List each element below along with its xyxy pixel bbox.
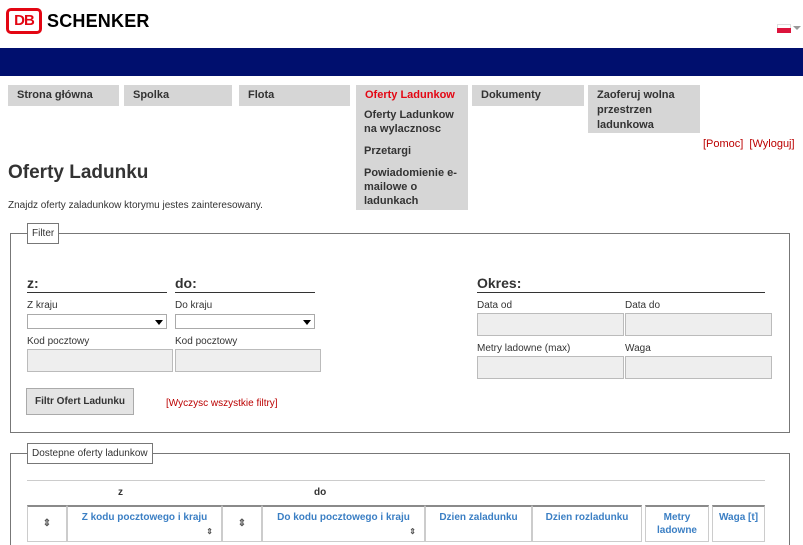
period-section-divider: [477, 292, 765, 293]
date-to-label: Data do: [625, 300, 661, 311]
chevron-down-icon: [303, 320, 311, 325]
column-label: Waga [t]: [718, 512, 759, 523]
db-schenker-logo[interactable]: DB SCHENKER: [6, 8, 150, 34]
to-postcode-input[interactable]: [175, 349, 321, 372]
clear-filters-link[interactable]: [Wyczysc wszystkie filtry]: [166, 398, 278, 409]
sort-icon: ⇕: [42, 518, 52, 529]
loading-meters-label: Metry ladowne (max): [477, 343, 571, 354]
tab-cargo-offers[interactable]: Oferty Ladunkow: [356, 85, 468, 106]
submenu-item-email-notifications[interactable]: Powiadomienie e-mailowe o ladunkach: [364, 166, 460, 208]
column-from-postcode[interactable]: Z kodu pocztowego i kraju ⇕: [67, 505, 222, 542]
chevron-down-icon: [155, 320, 163, 325]
tab-company[interactable]: Spolka: [124, 85, 232, 106]
page-subtitle: Znajdz oferty zaladunkow ktorymu jestes …: [8, 200, 263, 211]
column-label: Dzien zaladunku: [439, 512, 518, 523]
tab-fleet[interactable]: Flota: [239, 85, 350, 106]
cargo-offers-submenu: Oferty Ladunkow na wylacznosc Przetargi …: [356, 106, 468, 210]
group-to-label: do: [314, 487, 327, 498]
column-label: Do kodu pocztowego i kraju: [277, 512, 410, 523]
from-section-label: z:: [27, 275, 39, 291]
sort-icon: ⇕: [206, 527, 213, 536]
filter-legend: Filter: [27, 223, 60, 244]
sort-column-from[interactable]: ⇕: [27, 505, 67, 542]
polish-flag-icon[interactable]: [777, 24, 791, 33]
header: DB SCHENKER: [0, 0, 803, 48]
sort-icon: ⇕: [409, 527, 416, 536]
from-country-label: Z kraju: [27, 300, 58, 311]
from-postcode-label: Kod pocztowy: [27, 336, 90, 347]
sort-column-to[interactable]: ⇕: [222, 505, 262, 542]
to-section-divider: [175, 292, 315, 293]
from-section-divider: [27, 292, 167, 293]
submenu-item-exclusive-offers[interactable]: Oferty Ladunkow na wylacznosc: [364, 108, 460, 136]
results-legend: Dostepne oferty ladunkow: [27, 443, 153, 464]
period-section-label: Okres:: [477, 275, 522, 291]
top-links: [Pomoc] [Wyloguj]: [703, 138, 798, 150]
filter-submit-button[interactable]: Filtr Ofert Ladunku: [26, 388, 134, 415]
submenu-item-tenders[interactable]: Przetargi: [364, 144, 460, 158]
column-label: Z kodu pocztowego i kraju: [81, 512, 208, 523]
column-loading-meters[interactable]: Metry ladowne: [645, 505, 709, 542]
column-loading-day[interactable]: Dzien zaladunku: [425, 505, 532, 542]
table-top-divider: [27, 480, 765, 481]
to-country-label: Do kraju: [175, 300, 213, 311]
to-section-label: do:: [175, 275, 197, 291]
to-country-select[interactable]: [175, 314, 315, 329]
sort-icon: ⇕: [237, 518, 247, 529]
column-label: Dzien rozladunku: [545, 512, 629, 523]
brand-name: SCHENKER: [47, 10, 150, 31]
from-country-select[interactable]: [27, 314, 167, 329]
loading-meters-input[interactable]: [477, 356, 624, 379]
language-dropdown-caret-icon[interactable]: [793, 26, 801, 30]
to-postcode-label: Kod pocztowy: [175, 336, 238, 347]
tab-offer-free-space[interactable]: Zaoferuj wolna przestrzen ladunkowa: [588, 85, 700, 133]
date-to-input[interactable]: [625, 313, 772, 336]
page-title: Oferty Ladunku: [8, 162, 149, 183]
logout-link[interactable]: [Wyloguj]: [749, 138, 794, 150]
header-blue-bar: [0, 48, 803, 76]
column-to-postcode[interactable]: Do kodu pocztowego i kraju ⇕: [262, 505, 425, 542]
from-postcode-input[interactable]: [27, 349, 173, 372]
group-from-label: z: [118, 487, 123, 498]
date-from-input[interactable]: [477, 313, 624, 336]
column-weight[interactable]: Waga [t]: [712, 505, 765, 542]
column-unloading-day[interactable]: Dzien rozladunku: [532, 505, 642, 542]
column-label: Metry ladowne: [656, 512, 697, 536]
tab-home[interactable]: Strona główna: [8, 85, 119, 106]
help-link[interactable]: [Pomoc]: [703, 138, 743, 150]
db-logo-box: DB: [6, 8, 42, 34]
date-from-label: Data od: [477, 300, 513, 311]
weight-label: Waga: [625, 343, 651, 354]
weight-input[interactable]: [625, 356, 772, 379]
tab-documents[interactable]: Dokumenty: [472, 85, 584, 106]
